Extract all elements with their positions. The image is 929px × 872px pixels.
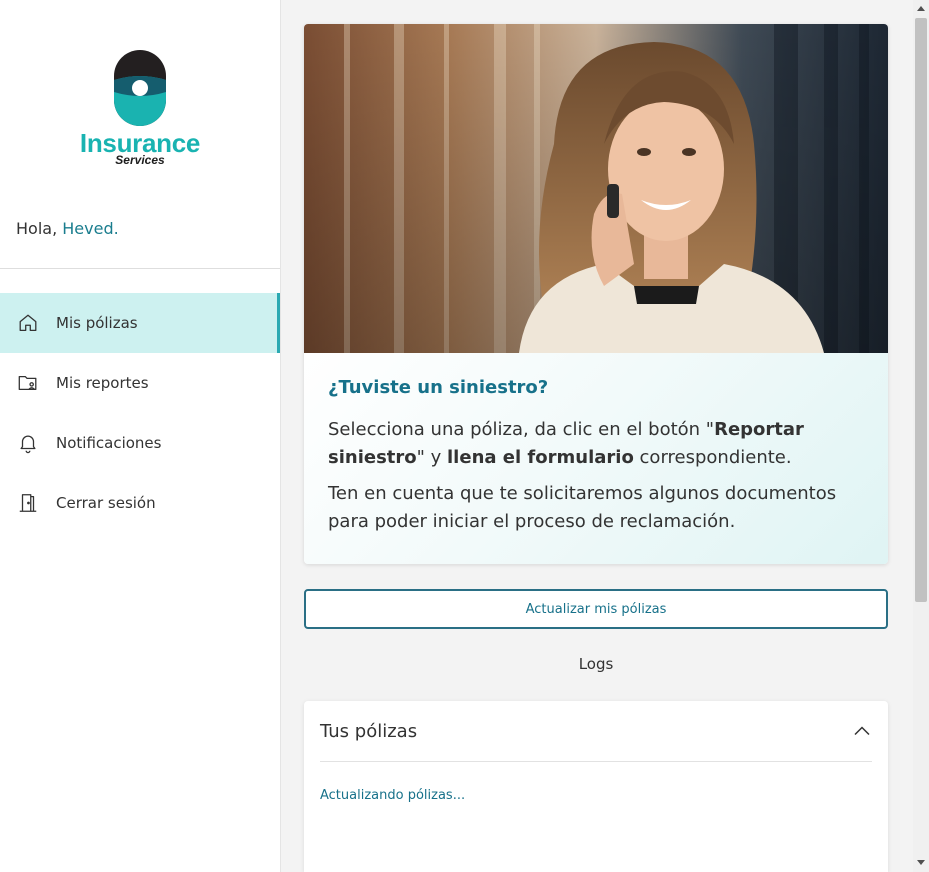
sidebar-item-mis-reportes[interactable]: Mis reportes bbox=[0, 353, 280, 413]
claim-instructions-part2: " y bbox=[416, 447, 448, 468]
sidebar-item-notificaciones[interactable]: Notificaciones bbox=[0, 413, 280, 473]
sidebar-item-label: Mis pólizas bbox=[56, 314, 138, 332]
sidebar-item-label: Notificaciones bbox=[56, 434, 162, 452]
scroll-up-arrow-icon[interactable] bbox=[917, 6, 925, 11]
scroll-down-arrow-icon[interactable] bbox=[917, 860, 925, 865]
door-exit-icon bbox=[17, 492, 39, 514]
brand-tagline: Services bbox=[115, 153, 165, 167]
main-content: ¿Tuviste un siniestro? Selecciona una pó… bbox=[281, 0, 913, 872]
bell-icon bbox=[17, 432, 39, 454]
sidebar-item-cerrar-sesion[interactable]: Cerrar sesión bbox=[0, 473, 280, 533]
claim-info-card: ¿Tuviste un siniestro? Selecciona una pó… bbox=[304, 24, 888, 564]
sidebar-item-label: Cerrar sesión bbox=[56, 494, 156, 512]
policies-title: Tus pólizas bbox=[320, 720, 418, 742]
logs-label: Logs bbox=[578, 655, 614, 673]
user-name: Heved. bbox=[62, 219, 119, 238]
sidebar-item-label: Mis reportes bbox=[56, 374, 149, 392]
fill-form-emphasis: llena el formulario bbox=[447, 447, 634, 468]
sidebar-nav: Mis pólizas Mis reportes Notificaciones … bbox=[0, 293, 280, 533]
update-policies-button[interactable]: Actualizar mis pólizas bbox=[304, 589, 888, 629]
home-icon bbox=[17, 312, 39, 334]
policies-panel-header[interactable]: Tus pólizas bbox=[320, 701, 872, 762]
claim-instructions-part1: Selecciona una póliza, da clic en el bot… bbox=[328, 419, 715, 440]
brand-logo[interactable]: Insurance Services bbox=[70, 48, 210, 172]
sidebar: Insurance Services Hola, Heved. Mis póli… bbox=[0, 0, 281, 872]
sidebar-divider bbox=[0, 268, 280, 269]
claim-title: ¿Tuviste un siniestro? bbox=[328, 377, 549, 398]
folder-user-icon bbox=[17, 372, 39, 394]
vertical-scrollbar[interactable] bbox=[913, 0, 929, 872]
hero-image bbox=[304, 24, 888, 353]
greeting-prefix: Hola, bbox=[16, 219, 63, 238]
user-greeting: Hola, Heved. bbox=[16, 219, 119, 238]
logo-mark-icon bbox=[114, 50, 166, 126]
claim-instructions-part3: correspondiente. bbox=[633, 447, 792, 468]
scrollbar-thumb[interactable] bbox=[915, 18, 927, 602]
sidebar-item-mis-polizas[interactable]: Mis pólizas bbox=[0, 293, 280, 353]
chevron-up-icon[interactable] bbox=[852, 721, 872, 741]
claim-instructions: Selecciona una póliza, da clic en el bot… bbox=[328, 416, 864, 472]
policies-loading-status: Actualizando pólizas... bbox=[320, 788, 466, 803]
claim-documents-note: Ten en cuenta que te solicitaremos algun… bbox=[328, 483, 837, 532]
claim-info-text: ¿Tuviste un siniestro? Selecciona una pó… bbox=[304, 353, 888, 564]
policies-panel: Tus pólizas Actualizando pólizas... bbox=[304, 701, 888, 872]
